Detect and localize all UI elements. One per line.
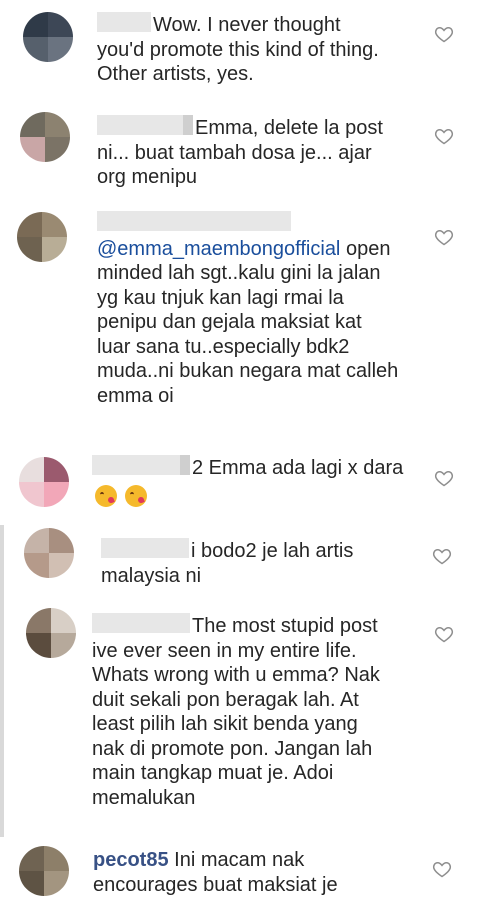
comment-line: open: [345, 237, 391, 260]
comment-line: main tangkap muat je. Adoi: [92, 762, 334, 784]
comment-line: muda..ni bukan negara mat calleh: [97, 360, 399, 382]
avatar-pixel: [48, 12, 73, 37]
comment-line: ive ever seen in my entire life.: [92, 639, 357, 662]
avatar[interactable]: [26, 608, 76, 658]
comment-1: Wow. I never thought you'd promote this …: [0, 0, 494, 100]
comment-6: The most stupid post ive ever seen in my…: [0, 600, 494, 840]
username-redacted[interactable]: [101, 538, 189, 558]
comment-text: 2 Emma ada lagi x dara: [92, 455, 432, 509]
comment-text: Emma, delete la post ni... buat tambah d…: [97, 115, 437, 190]
avatar-pixel: [49, 528, 74, 553]
avatar-pixel: [19, 846, 44, 871]
like-heart-icon[interactable]: [434, 468, 454, 488]
avatar-pixel: [26, 608, 51, 633]
avatar-pixel: [24, 528, 49, 553]
comment-line: Wow. I never thought: [153, 14, 341, 36]
username-link[interactable]: pecot85: [93, 849, 169, 871]
avatar-pixel: [24, 553, 49, 578]
avatar[interactable]: [23, 12, 73, 62]
comment-text: Wow. I never thought you'd promote this …: [97, 12, 437, 87]
comment-5: i bodo2 je lah artis malaysia ni: [0, 522, 494, 600]
avatar[interactable]: [19, 846, 69, 896]
username-redacted[interactable]: [92, 613, 190, 633]
avatar-pixel: [26, 633, 51, 658]
avatar[interactable]: [17, 212, 67, 262]
comment-line: minded lah sgt..kalu gini la jalan: [97, 262, 381, 284]
avatar-pixel: [44, 871, 69, 896]
username-redacted-tail: [183, 115, 193, 135]
comment-line: Ini macam nak: [174, 849, 305, 871]
avatar[interactable]: [24, 528, 74, 578]
comment-7: pecot85 Ini macam nak encourages buat ma…: [0, 840, 494, 922]
comment-3: @emma_maembongofficial open minded lah s…: [0, 200, 494, 445]
kissing-face-wink-icon: [95, 484, 117, 507]
comment-2: Emma, delete la post ni... buat tambah d…: [0, 100, 494, 195]
avatar-pixel: [49, 553, 74, 578]
avatar-pixel: [42, 212, 67, 237]
avatar-pixel: [19, 457, 44, 482]
avatar-pixel: [20, 112, 45, 137]
comment-line: emma oi: [97, 384, 174, 407]
like-heart-icon[interactable]: [432, 859, 452, 879]
comment-line: The most stupid post: [192, 615, 378, 637]
comment-text: pecot85 Ini macam nak encourages buat ma…: [93, 848, 423, 897]
comment-4: 2 Emma ada lagi x dara: [0, 445, 494, 525]
kissing-face-wink-icon: [125, 484, 147, 507]
comment-line: org menipu: [97, 166, 198, 188]
avatar[interactable]: [20, 112, 70, 162]
comment-line: penipu dan gejala maksiat kat: [97, 311, 362, 333]
avatar-pixel: [45, 137, 70, 162]
username-redacted-tail: [180, 455, 190, 475]
comment-line: memalukan: [92, 786, 196, 809]
comment-text: @emma_maembongofficial open minded lah s…: [97, 211, 437, 408]
avatar-pixel: [23, 37, 48, 62]
comment-line: nak di promote pon. Jangan lah: [92, 737, 373, 760]
avatar-pixel: [19, 871, 44, 896]
like-heart-icon[interactable]: [434, 227, 454, 247]
comment-line: yg kau tnjuk kan lagi rmai la: [97, 286, 344, 309]
username-redacted[interactable]: [92, 455, 182, 475]
comment-line: luar sana tu..especially bdk2: [97, 335, 350, 358]
like-heart-icon[interactable]: [432, 546, 452, 566]
like-heart-icon[interactable]: [434, 126, 454, 146]
avatar-pixel: [23, 12, 48, 37]
comment-line: encourages buat maksiat je: [93, 873, 338, 896]
avatar[interactable]: [19, 457, 69, 507]
comment-line: Emma, delete la post: [195, 117, 383, 139]
like-heart-icon[interactable]: [434, 624, 454, 644]
comment-text: The most stupid post ive ever seen in my…: [92, 613, 422, 810]
comment-line: 2 Emma ada lagi x dara: [192, 457, 404, 479]
comment-line: malaysia ni: [101, 564, 202, 587]
comment-line: you'd promote this kind of thing.: [97, 38, 379, 61]
avatar-pixel: [17, 212, 42, 237]
username-redacted[interactable]: [97, 115, 185, 135]
comment-line: Other artists, yes.: [97, 63, 254, 85]
avatar-pixel: [17, 237, 42, 262]
comment-line: duit sekali pon beragak lah. At: [92, 688, 359, 711]
mention-link[interactable]: @emma_maembongofficial: [97, 238, 340, 260]
avatar-pixel: [19, 482, 44, 507]
comment-line: least pilih lah sikit benda yang: [92, 713, 358, 735]
avatar-pixel: [44, 457, 69, 482]
avatar-pixel: [20, 137, 45, 162]
avatar-pixel: [44, 846, 69, 871]
comment-text: i bodo2 je lah artis malaysia ni: [101, 538, 421, 588]
comment-line: Whats wrong with u emma? Nak: [92, 664, 380, 686]
username-redacted[interactable]: [97, 211, 291, 231]
avatar-pixel: [48, 37, 73, 62]
avatar-pixel: [51, 633, 76, 658]
comment-line: i bodo2 je lah artis: [191, 540, 354, 562]
avatar-pixel: [51, 608, 76, 633]
avatar-pixel: [44, 482, 69, 507]
username-redacted[interactable]: [97, 12, 151, 32]
like-heart-icon[interactable]: [434, 24, 454, 44]
avatar-pixel: [42, 237, 67, 262]
comment-line: ni... buat tambah dosa je... ajar: [97, 141, 372, 164]
avatar-pixel: [45, 112, 70, 137]
